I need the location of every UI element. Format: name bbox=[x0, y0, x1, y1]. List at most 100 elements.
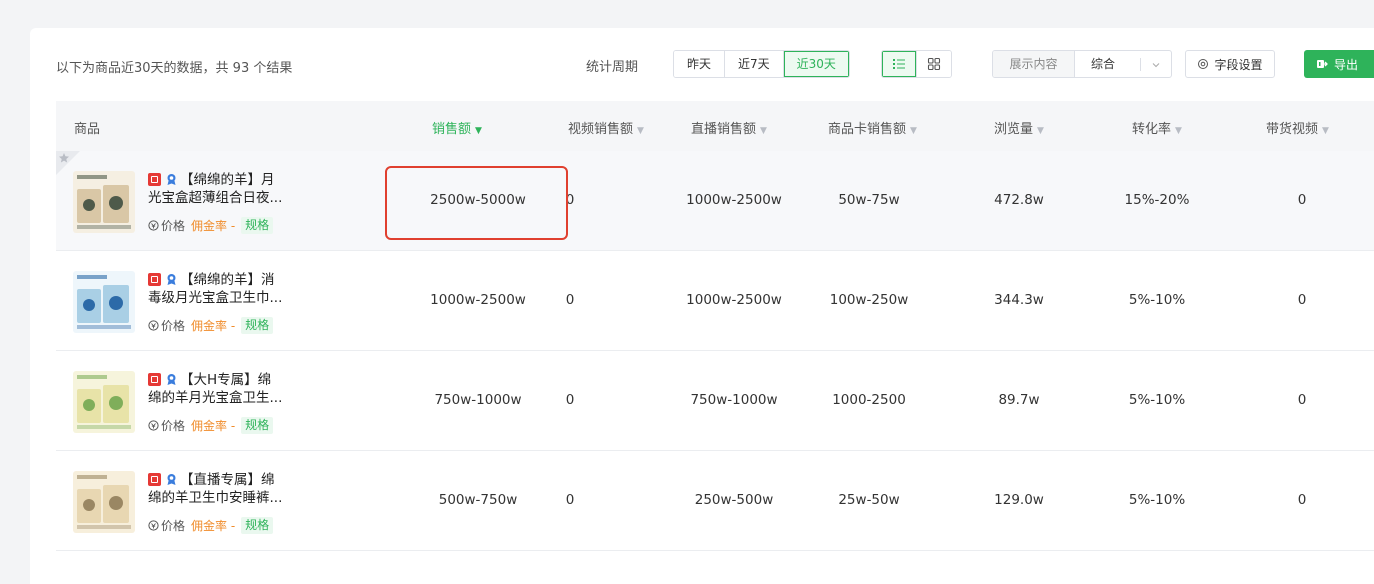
product-name-line1: 【大H专属】绵 bbox=[180, 372, 272, 388]
display-content-value[interactable]: 综合 bbox=[1075, 51, 1171, 77]
column-header-videos-label: 带货视频 bbox=[1266, 122, 1319, 137]
cell-videos: 0 bbox=[1297, 192, 1307, 208]
price-icon bbox=[148, 520, 159, 531]
cell-live-sales: 1000w-2500w bbox=[686, 192, 782, 208]
cell-card-sales: 100w-250w bbox=[829, 292, 909, 308]
table-row[interactable]: 【大H专属】绵 绵的羊月光宝盒卫生... 价格 佣金率 - 规格 750w-1000w 0 7… bbox=[56, 351, 1374, 451]
column-header-videos[interactable]: 带货视频 ▼ bbox=[1266, 118, 1329, 137]
export-icon bbox=[1317, 60, 1328, 68]
price-label: 价格 bbox=[161, 419, 186, 433]
field-settings-label: 字段设置 bbox=[1214, 57, 1263, 72]
price-label: 价格 bbox=[161, 219, 186, 233]
sort-icon: ▼ bbox=[760, 126, 767, 136]
table-row[interactable]: 【绵绵的羊】消 毒级月光宝盒卫生巾... 价格 佣金率 - 规格 1000w-2500w 0… bbox=[56, 251, 1374, 351]
chevron-down-icon bbox=[1152, 63, 1160, 68]
list-view-button[interactable] bbox=[882, 51, 917, 77]
field-settings-button[interactable]: 字段设置 bbox=[1185, 50, 1275, 78]
price-link[interactable]: 价格 bbox=[148, 317, 185, 334]
column-header-card-sales-label: 商品卡销售额 bbox=[828, 122, 907, 137]
product-meta: 价格 佣金率 - 规格 bbox=[148, 517, 274, 534]
product-thumbnail[interactable] bbox=[73, 271, 135, 333]
commission-rate: 佣金率 - bbox=[191, 419, 236, 433]
sort-icon: ▼ bbox=[910, 126, 917, 136]
period-label: 统计周期 bbox=[586, 60, 639, 75]
sort-icon: ▼ bbox=[1037, 126, 1044, 136]
product-name-line1: 【绵绵的羊】月 bbox=[180, 172, 275, 188]
award-badge-icon bbox=[167, 274, 176, 285]
price-link[interactable]: 价格 bbox=[148, 517, 185, 534]
product-thumbnail[interactable] bbox=[73, 371, 135, 433]
cell-card-sales: 25w-50w bbox=[838, 492, 900, 508]
period-option-30d[interactable]: 近30天 bbox=[783, 51, 849, 77]
grid-view-icon bbox=[927, 57, 941, 71]
toolbar: 以下为商品近30天的数据，共 93 个结果 统计周期 昨天 近7天 近30天 展… bbox=[30, 28, 1374, 104]
column-header-live-sales[interactable]: 直播销售额 ▼ bbox=[691, 118, 767, 137]
period-option-7d[interactable]: 近7天 bbox=[725, 51, 784, 77]
product-name[interactable]: 【绵绵的羊】月 光宝盒超薄组合日夜... bbox=[148, 171, 313, 207]
product-name[interactable]: 【直播专属】绵绵的羊卫生巾安睡裤... bbox=[148, 471, 313, 507]
column-header-conversion-label: 转化率 bbox=[1132, 122, 1172, 137]
cell-views: 129.0w bbox=[994, 492, 1044, 508]
spec-link[interactable]: 规格 bbox=[241, 317, 274, 334]
cell-video-sales: 0 bbox=[565, 392, 575, 408]
cell-conversion: 5%-10% bbox=[1128, 392, 1186, 408]
column-header-live-sales-label: 直播销售额 bbox=[691, 122, 757, 137]
product-name-line2: 毒级月光宝盒卫生巾... bbox=[148, 290, 283, 306]
price-link[interactable]: 价格 bbox=[148, 217, 185, 234]
cell-videos: 0 bbox=[1297, 392, 1307, 408]
column-header-video-sales-label: 视频销售额 bbox=[568, 122, 634, 137]
spec-link[interactable]: 规格 bbox=[241, 417, 274, 434]
product-name[interactable]: 【大H专属】绵绵的羊月光宝盒卫生... bbox=[148, 371, 313, 407]
cell-conversion: 5%-10% bbox=[1128, 292, 1186, 308]
sort-desc-icon: ▼ bbox=[475, 126, 482, 136]
cell-sales: 500w-750w bbox=[438, 492, 518, 508]
cell-conversion: 15%-20% bbox=[1124, 192, 1190, 208]
cell-sales: 1000w-2500w bbox=[430, 292, 526, 308]
product-name-line2: 绵的羊卫生巾安睡裤... bbox=[148, 490, 283, 506]
shop-badge-icon bbox=[148, 473, 161, 486]
star-icon[interactable] bbox=[58, 152, 70, 164]
award-badge-icon bbox=[167, 474, 176, 485]
product-meta: 价格 佣金率 - 规格 bbox=[148, 317, 274, 334]
shop-badge-icon bbox=[148, 373, 161, 386]
cell-views: 344.3w bbox=[994, 292, 1044, 308]
spec-link[interactable]: 规格 bbox=[241, 517, 274, 534]
product-name-line2: 绵的羊月光宝盒卫生... bbox=[148, 390, 283, 406]
result-summary: 以下为商品近30天的数据，共 93 个结果 bbox=[56, 61, 293, 76]
period-option-yesterday[interactable]: 昨天 bbox=[674, 51, 726, 77]
product-thumbnail[interactable] bbox=[73, 171, 135, 233]
cell-card-sales: 50w-75w bbox=[838, 192, 900, 208]
award-badge-icon bbox=[167, 174, 176, 185]
product-meta: 价格 佣金率 - 规格 bbox=[148, 417, 274, 434]
table-row[interactable]: 【直播专属】绵绵的羊卫生巾安睡裤... 价格 佣金率 - 规格 500w-750w 0 25… bbox=[56, 451, 1374, 551]
column-header-conversion[interactable]: 转化率 ▼ bbox=[1132, 118, 1182, 137]
column-header-views[interactable]: 浏览量 ▼ bbox=[994, 118, 1044, 137]
product-name[interactable]: 【绵绵的羊】消 毒级月光宝盒卫生巾... bbox=[148, 271, 313, 307]
cell-videos: 0 bbox=[1297, 492, 1307, 508]
sort-icon: ▼ bbox=[637, 126, 644, 136]
price-label: 价格 bbox=[161, 519, 186, 533]
display-content-select[interactable]: 展示内容 综合 bbox=[992, 50, 1172, 78]
spec-link[interactable]: 规格 bbox=[241, 217, 274, 234]
table-row[interactable]: 【绵绵的羊】月 光宝盒超薄组合日夜... 价格 佣金率 - 规格 2500w-5000w 0… bbox=[56, 151, 1374, 251]
product-name-line1: 【直播专属】绵 bbox=[180, 472, 275, 488]
column-header-sales[interactable]: 销售额 ▼ bbox=[432, 118, 482, 137]
table-header: 商品 销售额 ▼ 视频销售额 ▼ 直播销售额 ▼ 商品卡销售额 ▼ 浏览量 ▼ 转化率 ▼ … bbox=[56, 101, 1374, 151]
cell-views: 89.7w bbox=[998, 392, 1040, 408]
grid-view-button[interactable] bbox=[917, 51, 951, 77]
export-button[interactable]: 导出 bbox=[1304, 50, 1374, 78]
product-thumbnail[interactable] bbox=[73, 471, 135, 533]
cell-card-sales: 1000-2500 bbox=[832, 392, 906, 408]
column-header-sales-label: 销售额 bbox=[432, 122, 472, 137]
sort-icon: ▼ bbox=[1175, 126, 1182, 136]
award-badge-icon bbox=[167, 374, 176, 385]
cell-views: 472.8w bbox=[994, 192, 1044, 208]
column-header-video-sales[interactable]: 视频销售额 ▼ bbox=[568, 118, 644, 137]
column-header-card-sales[interactable]: 商品卡销售额 ▼ bbox=[828, 118, 917, 137]
cell-video-sales: 0 bbox=[565, 292, 575, 308]
cell-video-sales: 0 bbox=[565, 192, 575, 208]
period-selector: 昨天 近7天 近30天 bbox=[673, 50, 850, 78]
cell-live-sales: 250w-500w bbox=[694, 492, 774, 508]
price-link[interactable]: 价格 bbox=[148, 417, 185, 434]
cell-live-sales: 1000w-2500w bbox=[686, 292, 782, 308]
